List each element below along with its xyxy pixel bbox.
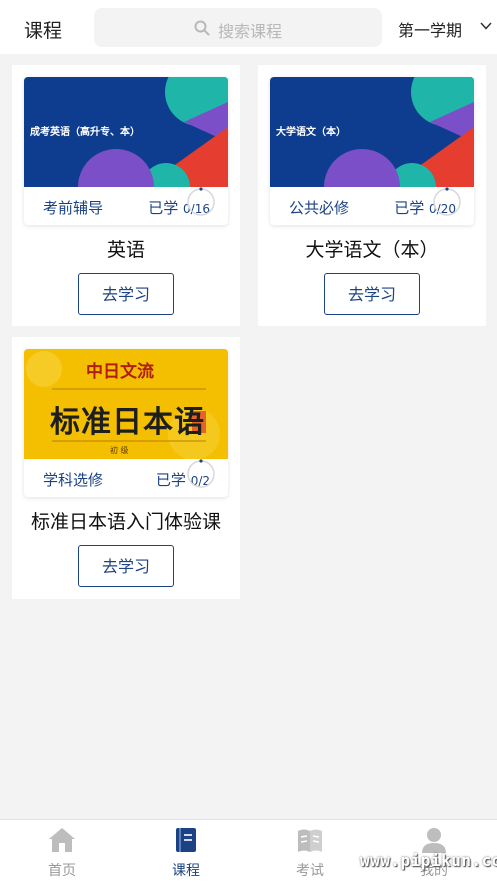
home-icon [49,828,75,852]
course-name: 标准日本语入门体验课 [30,511,221,533]
watermark-text: www.pipikun.com [360,851,497,870]
course-cover-panel[interactable]: 大学语文（本） 公共必修 已学 0/20 [270,77,474,225]
course-name: 英语 [106,239,145,261]
cover-sub-text: 初 级 [110,446,129,455]
top-bar: 课程 搜索课程 第一学期 [0,0,497,54]
progress-ring-icon [187,187,215,216]
course-category: 考前辅导 [43,199,104,217]
cover-top-text: 中日文流 [86,362,154,382]
user-icon [422,828,446,853]
cover-main-text: 标准日本语 [50,405,205,440]
term-selector[interactable]: 第一学期 [398,17,462,41]
progress-ring-icon [433,187,461,216]
course-category: 学科选修 [43,471,104,489]
go-study-button[interactable]: 去学习 [78,545,174,587]
search-placeholder: 搜索课程 [218,22,283,41]
tab-home[interactable]: 首页 [0,820,124,883]
learned-label: 已学 [148,199,179,217]
course-card[interactable]: 大学语文（本） 公共必修 已学 0/20 大学语文（本） 去学习 [258,65,486,326]
page-title: 课程 [24,20,63,42]
cover-title: 大学语文（本） [276,127,346,138]
tab-label: 首页 [48,863,76,879]
tab-label: 课程 [172,863,200,879]
course-cover-panel[interactable]: 成考英语（高升专、本） 考前辅导 已学 0/16 [24,77,228,225]
course-name: 大学语文（本） [305,239,439,261]
learned-label: 已学 [394,199,425,217]
chevron-down-icon[interactable] [480,22,492,30]
search-input[interactable]: 搜索课程 [94,8,382,47]
tab-label: 考试 [296,863,324,879]
go-study-button[interactable]: 去学习 [324,273,420,315]
course-cover-panel[interactable]: 中日文流 标准日本语 初 级 学科选修 已学 0/2 [24,349,228,497]
go-study-button[interactable]: 去学习 [78,273,174,315]
course-card[interactable]: 成考英语（高升专、本） 考前辅导 已学 0/16 英语 去学习 [12,65,240,326]
search-icon [194,20,210,36]
progress-ring-icon [187,459,215,488]
learned-label: 已学 [155,471,186,489]
course-category: 公共必修 [289,199,350,217]
book-icon [176,828,196,852]
course-card[interactable]: 中日文流 标准日本语 初 级 学科选修 已学 0/2 标准日本语入门体验课 去学… [12,337,240,599]
tab-exam[interactable]: 考试 [248,820,372,883]
tab-courses[interactable]: 课程 [124,820,248,883]
cover-title: 成考英语（高升专、本） [30,127,140,138]
exam-icon [298,829,322,852]
